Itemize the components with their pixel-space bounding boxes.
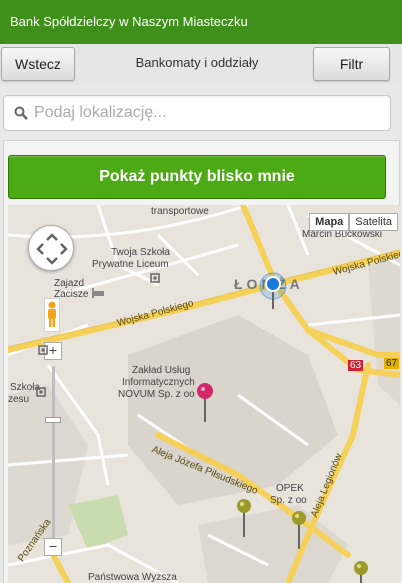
map-label: Twoja Szkoła bbox=[111, 247, 170, 258]
zoom-out-button[interactable]: − bbox=[44, 538, 62, 556]
search-box[interactable] bbox=[3, 95, 391, 131]
zoom-slider-track[interactable] bbox=[52, 366, 55, 538]
branch-marker-icon[interactable] bbox=[196, 382, 214, 424]
zoom-slider-handle[interactable] bbox=[45, 417, 61, 423]
map-type-control: Mapa Satelita bbox=[309, 213, 398, 231]
back-button[interactable]: Wstecz bbox=[1, 47, 75, 81]
map-label: Prywatne Liceum bbox=[92, 259, 169, 270]
school-icon bbox=[38, 345, 48, 355]
map-label: NOVUM Sp. z oo bbox=[118, 389, 195, 400]
page-title: Bankomaty i oddziały bbox=[135, 55, 259, 70]
atm-marker-icon[interactable] bbox=[352, 559, 370, 583]
map-label: zesu bbox=[8, 394, 30, 405]
map-type-map-button[interactable]: Mapa bbox=[309, 213, 350, 231]
app-title-bar: Bank Spółdzielczy w Naszym Miasteczku bbox=[0, 0, 402, 44]
pan-control[interactable] bbox=[28, 225, 74, 271]
atm-marker-icon[interactable] bbox=[290, 509, 308, 551]
street-view-pegman-icon[interactable] bbox=[43, 297, 61, 333]
show-nearby-button[interactable]: Pokaż punkty blisko mnie bbox=[8, 155, 386, 199]
map-label: Sp. z oo bbox=[270, 495, 307, 506]
hotel-icon bbox=[92, 288, 104, 298]
map-type-satellite-button[interactable]: Satelita bbox=[349, 213, 398, 231]
map-label: Zajazd bbox=[54, 278, 85, 289]
map-view[interactable]: transportowe Marcin Bućkowski Twoja Szko… bbox=[8, 205, 400, 583]
app-title: Bank Spółdzielczy w Naszym Miasteczku bbox=[10, 14, 248, 29]
map-label: transportowe bbox=[151, 206, 209, 217]
school-icon bbox=[150, 273, 160, 283]
map-label: Zakład Usług bbox=[132, 365, 191, 376]
map-label: Państwowa Wyższa bbox=[88, 572, 177, 583]
pan-arrows-icon bbox=[36, 233, 68, 265]
search-icon bbox=[14, 106, 28, 120]
my-location-icon bbox=[259, 272, 287, 309]
road-number-badge: 63 bbox=[348, 360, 364, 371]
map-label: Informatycznych bbox=[122, 377, 195, 388]
atm-marker-icon[interactable] bbox=[235, 497, 253, 539]
map-label: OPEK bbox=[276, 483, 304, 494]
nav-bar: Wstecz Bankomaty i oddziały Filtr bbox=[0, 44, 402, 84]
school-icon bbox=[36, 387, 46, 397]
filter-button[interactable]: Filtr bbox=[313, 47, 390, 81]
road-number-badge: 67 bbox=[384, 358, 400, 369]
location-search-input[interactable] bbox=[34, 96, 384, 130]
